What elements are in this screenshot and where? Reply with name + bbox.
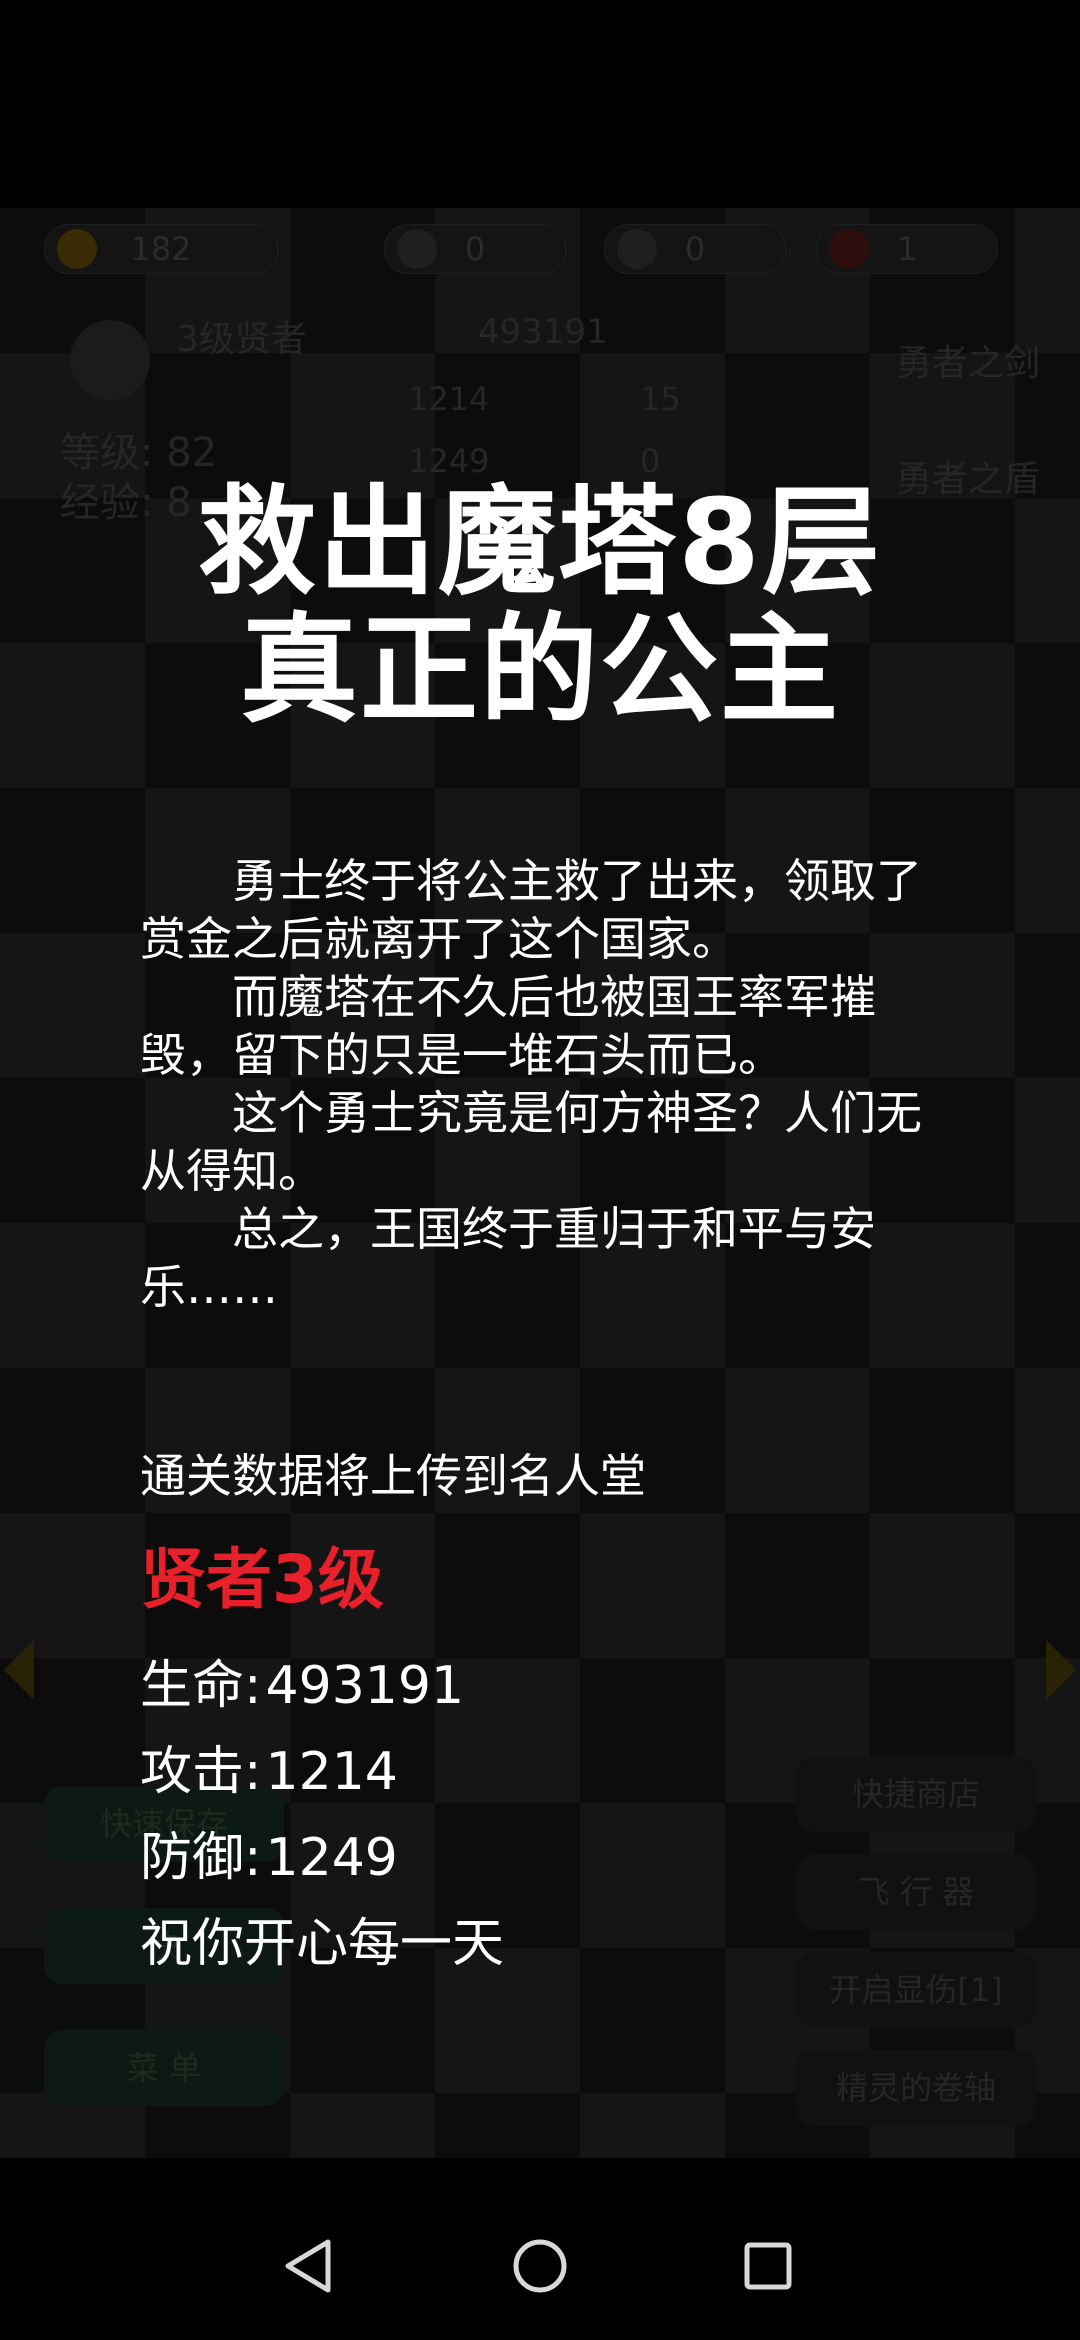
fly-button[interactable]: 飞 行 器: [796, 1854, 1036, 1930]
blue-key-value: 0: [684, 230, 706, 268]
red-key-value: 1: [896, 230, 918, 268]
ending-title-line-2: 真正的公主: [239, 601, 840, 739]
upload-note: 通关数据将上传到名人堂: [140, 1449, 646, 1503]
navigation-bar: [0, 2190, 1080, 2340]
coin-counter: 182: [44, 224, 278, 274]
quick-shop-button[interactable]: 快捷商店: [796, 1756, 1036, 1832]
hp-label: 生命:: [140, 1656, 262, 1716]
story-paragraph: 而魔塔在不久后也被国王率军摧毁，留下的只是一堆石头而已。: [140, 970, 876, 1082]
hero-hp: 493191: [478, 312, 608, 352]
back-triangle-icon[interactable]: [270, 2228, 346, 2304]
story-paragraph: 这个勇士究竟是何方神圣？人们无从得知。: [140, 1086, 922, 1198]
next-arrow-icon[interactable]: [1046, 1640, 1076, 1700]
def-label: 防御:: [140, 1828, 262, 1888]
yellow-key-counter: 0: [384, 224, 566, 274]
atk-value: 1214: [265, 1742, 398, 1802]
def-stat: 防御:1249: [140, 1826, 398, 1890]
red-key-counter: 1: [816, 224, 998, 274]
hero-title: 3级贤者: [176, 319, 307, 360]
recents-square-icon[interactable]: [730, 2228, 806, 2304]
ending-title-line-1: 救出魔塔8层: [197, 473, 883, 611]
screen: 182 0 0 1 3级贤者 493191 等级: 82 经验: 8 1214 …: [0, 0, 1080, 2340]
home-circle-icon[interactable]: [502, 2228, 578, 2304]
menu-button[interactable]: 菜 单: [44, 2030, 284, 2106]
rank-title: 贤者3级: [140, 1541, 384, 1618]
hero-avatar: [70, 320, 150, 400]
ending-story: 勇士终于将公主救了出来，领取了赏金之后就离开了这个国家。 而魔塔在不久后也被国王…: [140, 852, 940, 1316]
def-value: 1249: [265, 1828, 398, 1888]
story-paragraph: 总之，王国终于重归于和平与安乐……: [140, 1202, 876, 1314]
atk-label: 攻击:: [140, 1742, 262, 1802]
hero-stat-a: 15: [640, 380, 681, 418]
blue-key-counter: 0: [604, 224, 786, 274]
show-damage-button[interactable]: 开启显伤[1]: [796, 1952, 1036, 2028]
hp-stat: 生命:493191: [140, 1654, 464, 1718]
farewell-message: 祝你开心每一天: [140, 1914, 505, 1974]
story-paragraph: 勇士终于将公主救了出来，领取了赏金之后就离开了这个国家。: [140, 854, 922, 966]
hero-atk: 1214: [408, 380, 490, 418]
hero-weapon: 勇者之剑: [896, 343, 1041, 384]
prev-arrow-icon[interactable]: [4, 1640, 34, 1700]
fairy-scroll-button[interactable]: 精灵的卷轴: [796, 2050, 1036, 2126]
ending-title: 救出魔塔8层 真正的公主: [0, 478, 1080, 734]
yellow-key-value: 0: [464, 230, 486, 268]
atk-stat: 攻击:1214: [140, 1740, 398, 1804]
hp-value: 493191: [265, 1656, 465, 1716]
coin-value: 182: [130, 230, 192, 268]
